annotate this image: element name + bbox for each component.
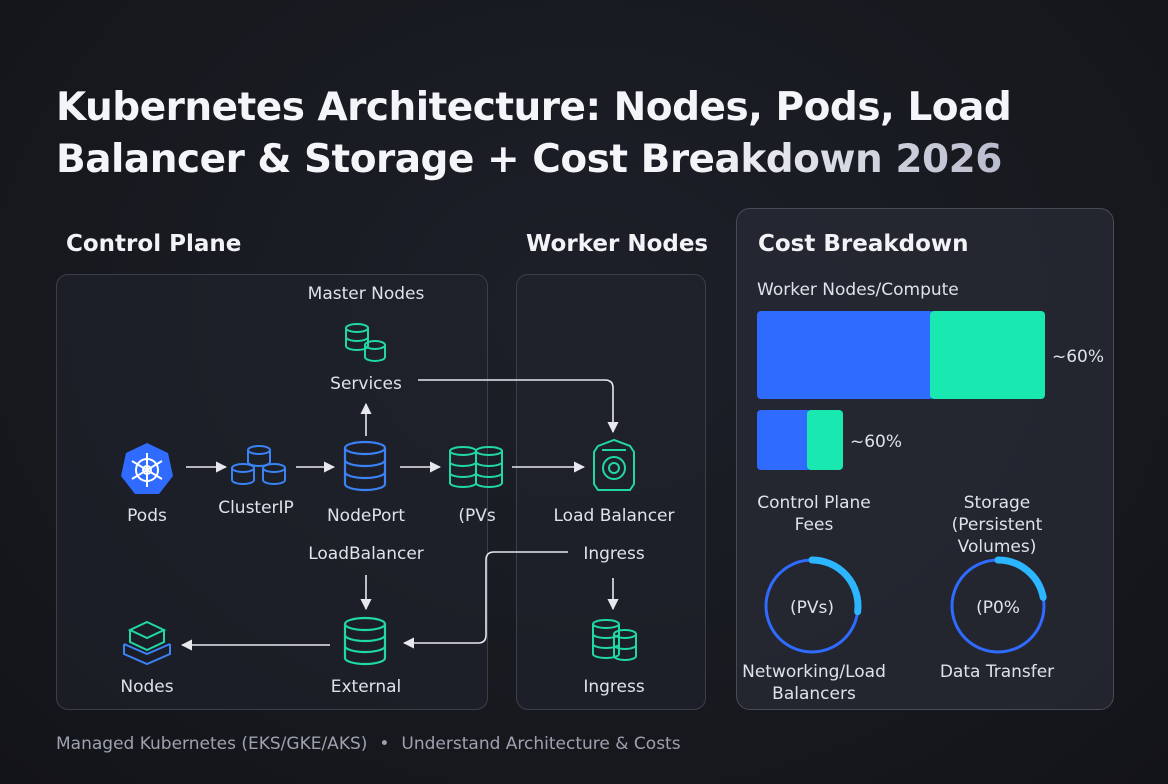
small-bar-blue	[757, 410, 811, 470]
load-balancer-label: Load Balancer	[553, 506, 675, 526]
master-nodes-label: Master Nodes	[307, 284, 425, 304]
services-label: Services	[330, 374, 402, 394]
gauge-right-text: (P0%	[976, 598, 1020, 618]
load-balancer-icon	[593, 438, 635, 491]
external-label: External	[330, 677, 402, 697]
master-nodes-database-icon	[345, 323, 386, 362]
data-transfer-label: Data Transfer	[939, 662, 1055, 682]
external-database-icon	[343, 616, 387, 666]
compute-pct: ~60%	[1052, 347, 1105, 367]
arrow-ingress-external	[402, 551, 568, 649]
footer-right: Understand Architecture & Costs	[401, 734, 681, 754]
compute-label: Worker Nodes/Compute	[757, 280, 959, 300]
ingress-bottom-label: Ingress	[583, 677, 645, 697]
nodes-label: Nodes	[120, 677, 174, 697]
nodeport-database-icon	[343, 440, 387, 492]
pods-kubernetes-icon	[121, 443, 173, 494]
small-bar-teal	[807, 410, 843, 470]
storage-label: Storage (Persistent Volumes)	[951, 493, 1043, 557]
loadbalancer-service-label: LoadBalancer	[308, 544, 424, 564]
pvs-label: (PVs	[458, 506, 496, 526]
networking-label: Networking/Load Balancers	[742, 662, 886, 704]
clusterip-label: ClusterIP	[218, 498, 294, 518]
ingress-top-label: Ingress	[583, 544, 645, 564]
cost-breakdown-heading: Cost Breakdown	[758, 231, 969, 257]
nodeport-label: NodePort	[326, 506, 406, 526]
footer-separator: •	[379, 734, 390, 754]
small-bar-pct: ~60%	[850, 432, 903, 452]
nodes-cube-icon	[123, 620, 171, 666]
pvs-database-icon	[449, 446, 503, 488]
gauge-right-arc	[994, 556, 1047, 601]
clusterip-database-icon	[231, 445, 286, 485]
compute-bar-blue	[757, 311, 934, 399]
ingress-database-icon	[592, 619, 637, 661]
gauge-left-text: (PVs)	[789, 598, 835, 618]
pods-label: Pods	[127, 506, 167, 526]
footer-left: Managed Kubernetes (EKS/GKE/AKS)	[56, 734, 368, 754]
footer: Managed Kubernetes (EKS/GKE/AKS) • Underst…	[56, 734, 681, 754]
compute-bar-teal	[930, 311, 1045, 399]
arrow-services-loadbalancer	[418, 379, 619, 434]
control-plane-fees-label: Control Plane Fees	[757, 493, 871, 535]
